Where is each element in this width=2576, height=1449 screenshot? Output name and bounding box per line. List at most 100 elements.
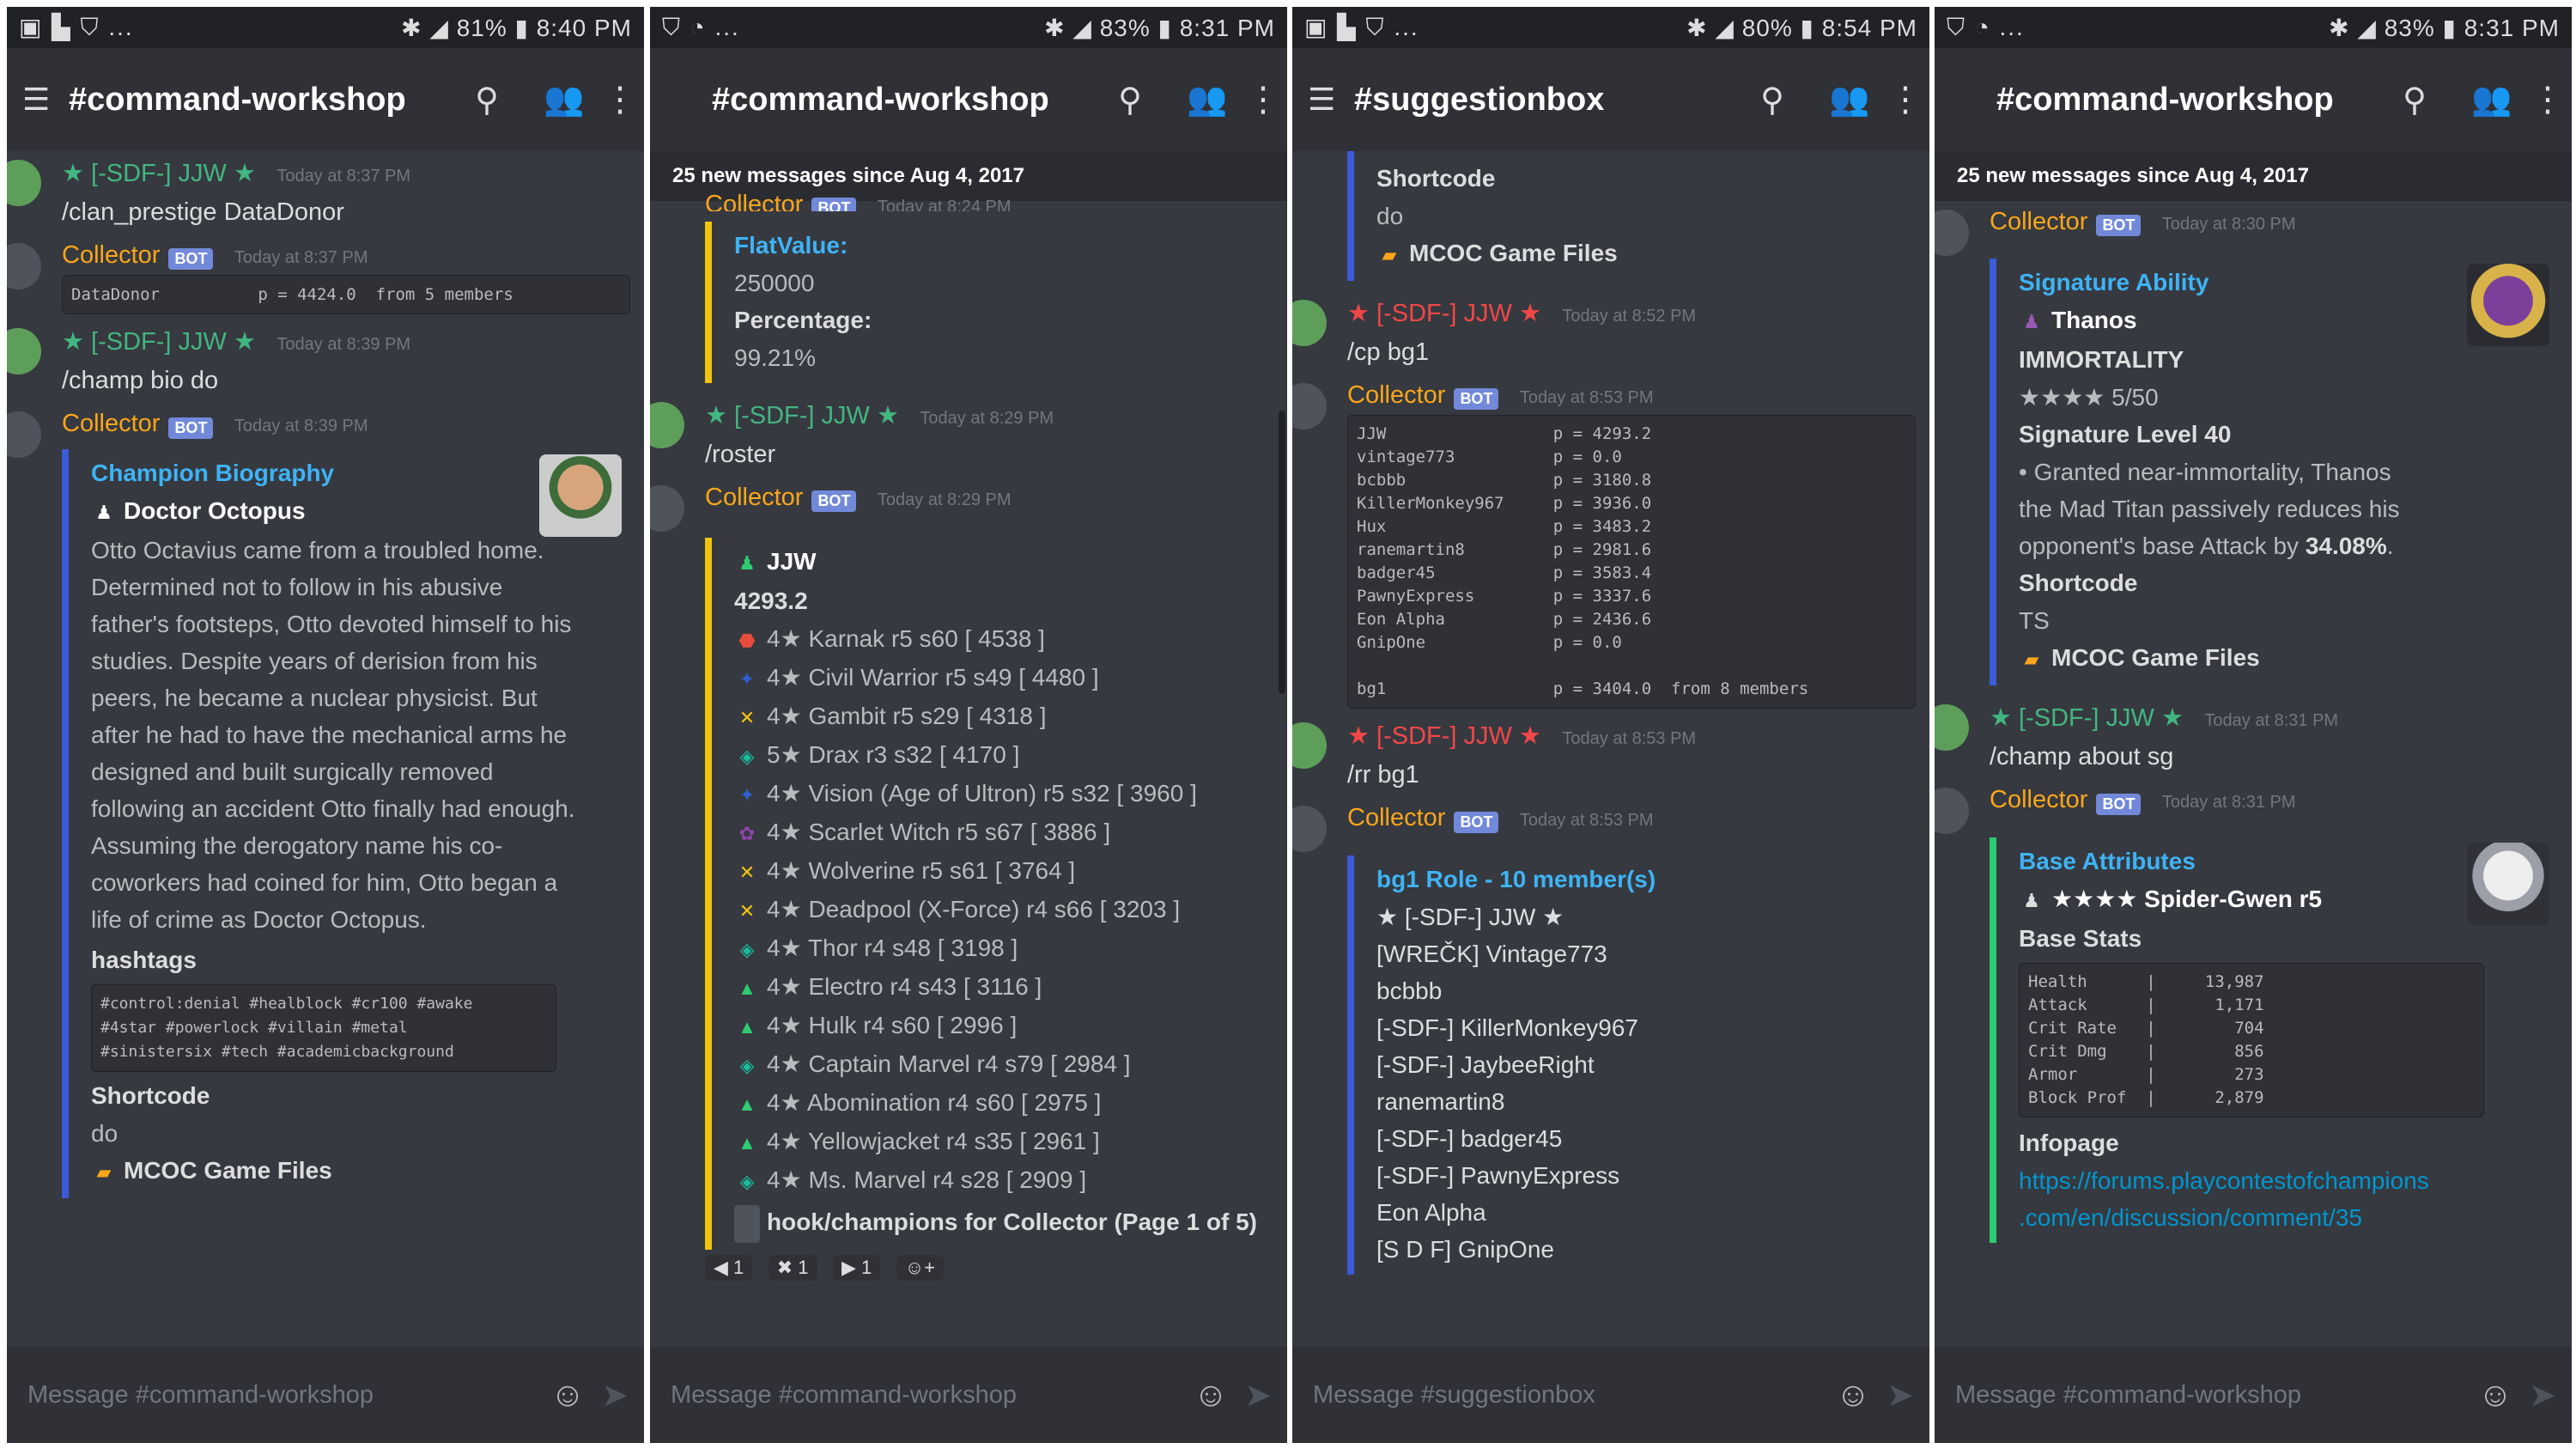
message: ★ [-SDF-] JJW ★ Today at 8:29 PM /roster [650, 393, 1287, 477]
emoji-icon[interactable]: ☺ [1181, 1376, 1241, 1415]
infopage-link[interactable]: https://forums.playcontestofchampions [2019, 1162, 2544, 1199]
roster-item-text: 4★ Civil Warrior r5 s49 [ 4480 ] [767, 664, 1099, 691]
more-options-icon[interactable]: ⋮ [603, 80, 637, 119]
champion-thumbnail[interactable] [2467, 842, 2549, 925]
send-icon[interactable]: ➤ [1241, 1376, 1275, 1415]
roster-item-text: 4★ Gambit r5 s29 [ 4318 ] [767, 703, 1047, 730]
author-name[interactable]: ★ [-SDF-] JJW ★ [62, 328, 256, 356]
message-input[interactable]: Message #command-workshop [1955, 1381, 2465, 1409]
emoji-icon[interactable]: ☺ [538, 1376, 598, 1415]
new-messages-bar[interactable]: 25 new messages since Aug 4, 2017 [1935, 151, 2572, 201]
search-icon[interactable]: ⚲ [2376, 81, 2453, 119]
send-icon[interactable]: ➤ [598, 1376, 632, 1415]
bot-badge: BOT [811, 198, 857, 211]
champion-icon: ♟ [2023, 889, 2040, 911]
add-reaction-icon[interactable]: ☺+ [896, 1255, 945, 1282]
reaction-prev[interactable]: ◀ 1 [705, 1255, 753, 1282]
message-input[interactable]: Message #command-workshop [27, 1381, 538, 1409]
reaction-close[interactable]: ✖ 1 [768, 1255, 817, 1282]
embed-footer: ▰ MCOC Game Files [2019, 639, 2544, 679]
scrollbar[interactable] [1279, 411, 1285, 694]
author-name[interactable]: Collector [1347, 804, 1445, 831]
search-icon[interactable]: ⚲ [1734, 81, 1811, 119]
emoji-icon[interactable]: ☺ [2465, 1376, 2525, 1415]
author-name[interactable]: Collector [1347, 381, 1445, 409]
hamburger-menu-icon[interactable]: ☰ [1308, 82, 1354, 118]
message: Shortcode do ▰ MCOC Game Files [1292, 151, 1929, 291]
embed-footer-text: MCOC Game Files [124, 1156, 332, 1184]
hamburger-menu-icon[interactable]: ☰ [22, 82, 69, 118]
avatar[interactable] [1292, 383, 1327, 429]
message-input[interactable]: Message #command-workshop [671, 1381, 1181, 1409]
more-options-icon[interactable]: ⋮ [1888, 80, 1923, 119]
roster-item-text: 4★ Thor r4 s48 [ 3198 ] [767, 935, 1018, 962]
roster-item: ▲ 4★ Hulk r4 s60 [ 2996 ] [734, 1007, 1260, 1045]
champion-class-icon: ✕ [738, 861, 756, 884]
more-options-icon[interactable]: ⋮ [1246, 80, 1280, 119]
send-icon[interactable]: ➤ [2525, 1376, 2560, 1415]
embed-author-name: Thanos [2051, 307, 2137, 334]
embed-author: ♟ Doctor Octopus [91, 492, 617, 532]
player-icon: ♟ [738, 552, 756, 575]
avatar[interactable] [1292, 722, 1327, 770]
members-icon[interactable]: 👥 [1811, 81, 1888, 119]
reaction-next[interactable]: ▶ 1 [832, 1255, 881, 1282]
members-icon[interactable]: 👥 [1169, 81, 1246, 119]
avatar[interactable] [7, 411, 41, 459]
avatar[interactable] [650, 485, 684, 532]
roster-item-text: 4★ Ms. Marvel r4 s28 [ 2909 ] [767, 1166, 1087, 1194]
avatar[interactable] [7, 328, 41, 375]
author-name[interactable]: ★ [-SDF-] JJW ★ [1347, 722, 1541, 750]
role-member: ★ [-SDF-] JJW ★ [1376, 903, 1564, 930]
author-name[interactable]: Collector [705, 191, 803, 211]
embed-title: Signature Ability [2019, 269, 2209, 296]
avatar[interactable] [1935, 788, 1969, 835]
roster-item-text: 4★ Yellowjacket r4 s35 [ 2961 ] [767, 1128, 1100, 1155]
avatar[interactable] [1935, 210, 1969, 256]
status-right: ✱ ◢ 83% ▮ 8:31 PM [2329, 14, 2560, 41]
members-icon[interactable]: 👥 [526, 81, 603, 119]
code-block: DataDonor p = 4424.0 from 5 members [62, 275, 630, 315]
message: Collector BOT Today at 8:30 PM Signature … [1935, 201, 2572, 696]
field-name: Shortcode [2019, 569, 2138, 597]
role-member: [-SDF-] JaybeeRight [1376, 1050, 1595, 1078]
message: Collector BOT Today at 8:39 PM Champion B… [7, 403, 644, 1208]
champion-thumbnail[interactable] [2467, 264, 2549, 347]
author-name[interactable]: ★ [-SDF-] JJW ★ [1990, 704, 2184, 732]
champion-thumbnail[interactable] [539, 454, 622, 537]
avatar[interactable] [650, 402, 684, 448]
author-name[interactable]: ★ [-SDF-] JJW ★ [705, 402, 899, 429]
search-icon[interactable]: ⚲ [448, 81, 526, 119]
avatar[interactable] [7, 243, 41, 289]
author-name[interactable]: Collector [62, 241, 160, 269]
more-options-icon[interactable]: ⋮ [2530, 80, 2565, 119]
champion-icon: ♟ [95, 501, 112, 523]
infopage-link-continued[interactable]: .com/en/discussion/comment/35 [2019, 1199, 2544, 1236]
author-name[interactable]: ★ [-SDF-] JJW ★ [62, 160, 256, 187]
field-name: Infopage [2019, 1129, 2119, 1156]
avatar[interactable] [1935, 704, 1969, 752]
members-icon[interactable]: 👥 [2453, 81, 2530, 119]
champion-class-icon: ◈ [739, 746, 755, 768]
message-list: Shortcode do ▰ MCOC Game Files ★ [-SDF-] … [1292, 151, 1929, 1347]
message: FlatValue: 250000 Percentage: 99.21% [650, 222, 1287, 393]
author-name[interactable]: Collector [1990, 786, 2087, 813]
author-name[interactable]: ★ [-SDF-] JJW ★ [1347, 300, 1541, 327]
author-name[interactable]: Collector [62, 410, 160, 437]
send-icon[interactable]: ➤ [1883, 1376, 1917, 1415]
champion-class-icon: ✕ [738, 707, 756, 729]
avatar[interactable] [7, 160, 41, 206]
search-icon[interactable]: ⚲ [1091, 81, 1169, 119]
avatar[interactable] [1292, 806, 1327, 853]
emoji-icon[interactable]: ☺ [1823, 1376, 1883, 1415]
author-name[interactable]: Collector [1990, 208, 2087, 235]
message-input[interactable]: Message #suggestionbox [1313, 1381, 1823, 1409]
channel-header: ☰ #command-workshop ⚲ 👥 ⋮ [7, 48, 644, 151]
author-name[interactable]: Collector [705, 484, 803, 511]
avatar[interactable] [1292, 300, 1327, 346]
timestamp: Today at 8:52 PM [1562, 307, 1697, 326]
roster-item: ▲ 4★ Electro r4 s43 [ 3116 ] [734, 968, 1260, 1007]
embed-author-name: ★★★★ Spider-Gwen r5 [2051, 885, 2323, 912]
timestamp: Today at 8:39 PM [234, 417, 368, 436]
signature-level: Signature Level 40 [2019, 421, 2232, 448]
